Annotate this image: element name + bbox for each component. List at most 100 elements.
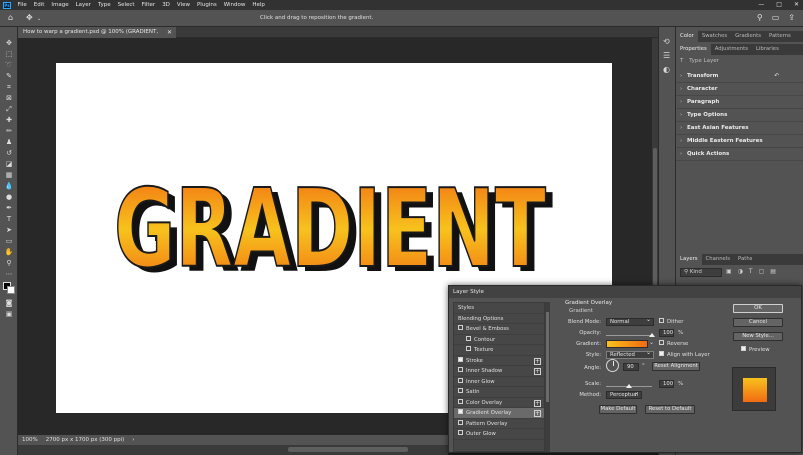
section-paragraph[interactable]: › Paragraph (676, 96, 803, 109)
reverse-checkbox[interactable]: Reverse (659, 340, 688, 347)
inner-glow-checkbox[interactable] (458, 377, 463, 383)
move-icon[interactable]: ✥ (3, 39, 15, 47)
tab-paths[interactable]: Paths (734, 254, 756, 265)
section-transform[interactable]: › Transform ↶ (676, 70, 803, 83)
add-color-overlay-icon[interactable]: + (534, 399, 541, 407)
menu-window[interactable]: Window (220, 2, 249, 8)
style-item-styles[interactable]: Styles (454, 303, 544, 314)
gradient-tool-icon[interactable]: ▦ (3, 171, 15, 179)
reset-to-default-button[interactable]: Reset to Default (645, 405, 695, 414)
opacity-slider-knob[interactable] (649, 333, 655, 337)
style-item-pattern-overlay[interactable]: Pattern Overlay (454, 419, 544, 429)
eyedropper-icon[interactable]: ⤢ (3, 105, 15, 113)
canvas-horizontal-scrollbar[interactable] (18, 445, 448, 455)
tab-adjustments[interactable]: Adjustments (711, 44, 752, 55)
style-item-stroke[interactable]: Stroke + (454, 356, 544, 366)
menu-select[interactable]: Select (114, 2, 138, 8)
menu-view[interactable]: View (173, 2, 193, 8)
scale-slider-knob[interactable] (626, 384, 632, 388)
method-select[interactable]: Perceptual (606, 390, 642, 399)
scale-slider[interactable] (606, 384, 652, 388)
opacity-field[interactable]: 100 (659, 329, 674, 337)
style-item-outer-glow[interactable]: Outer Glow (454, 429, 544, 440)
inner-shadow-checkbox[interactable] (458, 367, 463, 372)
menu-file[interactable]: File (14, 2, 30, 8)
zoom-icon[interactable]: ⚲ (3, 259, 15, 267)
minimize-icon[interactable]: — (758, 0, 764, 10)
style-item-inner-shadow[interactable]: Inner Shadow + (454, 366, 544, 377)
menu-3d[interactable]: 3D (159, 2, 174, 8)
adjustments-panel-icon[interactable]: ◐ (663, 65, 670, 74)
eraser-icon[interactable]: ◪ (3, 160, 15, 168)
blur-icon[interactable]: 💧 (3, 182, 15, 190)
gradient-dropdown-chevron-icon[interactable]: ⌄ (649, 339, 654, 346)
menu-type[interactable]: Type (94, 2, 114, 8)
menu-plugins[interactable]: Plugins (193, 2, 220, 8)
maximize-icon[interactable]: □ (776, 0, 782, 10)
clone-stamp-icon[interactable]: ♟ (3, 138, 15, 146)
angle-dial[interactable] (606, 359, 619, 372)
cancel-button[interactable]: Cancel (733, 318, 783, 327)
bevel-emboss-checkbox[interactable] (458, 325, 463, 330)
close-tab-icon[interactable]: ✕ (167, 27, 172, 38)
frame-icon[interactable]: ⊠ (3, 94, 15, 102)
brush-icon[interactable]: ✏ (3, 127, 15, 135)
screen-mode-icon[interactable]: ▣ (3, 310, 15, 318)
menu-layer[interactable]: Layer (72, 2, 94, 8)
more-tools-icon[interactable]: ⋯ (3, 270, 15, 278)
tab-color[interactable]: Color (676, 31, 698, 42)
texture-checkbox[interactable] (466, 346, 471, 351)
layer-filter-select[interactable]: ⚲ Kind (680, 268, 722, 277)
document-tab[interactable]: How to warp a gradient.psd @ 100% (GRADI… (18, 27, 176, 46)
color-overlay-checkbox[interactable] (458, 398, 463, 404)
menu-image[interactable]: Image (48, 2, 72, 8)
pattern-overlay-checkbox[interactable] (458, 419, 463, 425)
style-select[interactable]: Reflected (606, 350, 654, 359)
crop-icon[interactable]: ⌗ (3, 83, 15, 91)
type-tool-icon[interactable]: T (3, 215, 15, 223)
healing-brush-icon[interactable]: ✚ (3, 116, 15, 124)
style-item-gradient-overlay[interactable]: Gradient Overlay + (454, 408, 544, 419)
style-item-color-overlay[interactable]: Color Overlay + (454, 398, 544, 408)
align-with-layer-checkbox[interactable]: Align with Layer (659, 351, 710, 358)
tab-gradients[interactable]: Gradients (731, 31, 765, 42)
scale-field[interactable]: 100 (659, 380, 674, 388)
filter-smart-icon[interactable]: ▤ (770, 268, 776, 275)
menu-help[interactable]: Help (249, 2, 269, 8)
history-panel-icon[interactable]: ⟲ (663, 37, 670, 46)
filter-type-icon[interactable]: T (749, 268, 753, 275)
style-item-contour[interactable]: Contour (454, 335, 544, 345)
filter-shape-icon[interactable]: ▢ (759, 268, 765, 275)
section-type-options[interactable]: › Type Options (676, 109, 803, 122)
history-brush-icon[interactable]: ↺ (3, 149, 15, 157)
preview-checkbox[interactable]: Preview (741, 346, 770, 353)
reset-alignment-button[interactable]: Reset Alignment (652, 362, 700, 371)
pen-icon[interactable]: ✒ (3, 204, 15, 212)
lasso-icon[interactable]: ➰ (3, 61, 15, 69)
dialog-titlebar[interactable]: Layer Style (449, 286, 801, 298)
share-icon[interactable]: ⇪ (788, 13, 795, 22)
section-middle-eastern[interactable]: › Middle Eastern Features (676, 135, 803, 148)
tool-preset-chevron-icon[interactable]: ⌄ (37, 16, 41, 22)
add-inner-shadow-icon[interactable]: + (534, 368, 541, 375)
blend-mode-select[interactable]: Normal (606, 317, 654, 326)
tab-swatches[interactable]: Swatches (698, 31, 731, 42)
workspace-icon[interactable]: ▭ (772, 13, 780, 22)
opacity-slider[interactable] (606, 333, 655, 337)
add-stroke-icon[interactable]: + (534, 357, 541, 365)
style-item-blending-options[interactable]: Blending Options (454, 314, 544, 324)
satin-checkbox[interactable] (458, 388, 463, 393)
quick-select-icon[interactable]: ✎ (3, 72, 15, 80)
shape-icon[interactable]: ▭ (3, 237, 15, 245)
section-character[interactable]: › Character (676, 83, 803, 96)
dither-checkbox[interactable]: Dither (659, 318, 683, 325)
marquee-icon[interactable]: ⬚ (3, 50, 15, 58)
move-tool-icon[interactable]: ✥ (26, 13, 33, 22)
background-color-swatch[interactable] (7, 286, 15, 294)
tab-layers[interactable]: Layers (676, 254, 702, 265)
style-item-satin[interactable]: Satin (454, 387, 544, 398)
outer-glow-checkbox[interactable] (458, 430, 463, 435)
close-window-icon[interactable]: ✕ (794, 0, 799, 10)
gradient-preview-bar[interactable] (606, 340, 648, 348)
gradient-overlay-checkbox[interactable] (458, 409, 463, 414)
